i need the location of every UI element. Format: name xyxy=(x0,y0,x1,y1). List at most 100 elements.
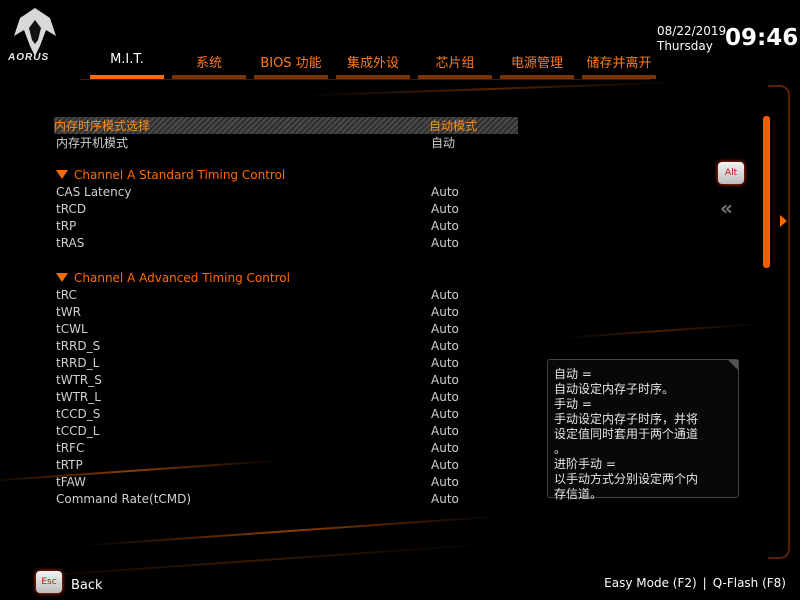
setting-label: tRRD_L xyxy=(56,356,100,370)
setting-trtp[interactable]: tRTP Auto xyxy=(56,458,516,475)
setting-value: Auto xyxy=(431,322,459,336)
setting-label: CAS Latency xyxy=(56,185,132,199)
setting-label: Command Rate(tCMD) xyxy=(56,492,192,506)
double-chevron-left-icon[interactable]: « xyxy=(720,196,733,220)
setting-tcwl[interactable]: tCWL Auto xyxy=(56,322,516,339)
triangle-down-icon xyxy=(56,170,68,179)
help-line: 。 xyxy=(554,442,567,456)
setting-label: 内存时序模式选择 xyxy=(54,119,151,133)
setting-tfaw[interactable]: tFAW Auto xyxy=(56,475,516,492)
setting-label: tCCD_L xyxy=(56,424,100,438)
scrollbar-frame xyxy=(768,85,790,559)
scroll-indicator-icon xyxy=(780,215,787,227)
setting-label: tRCD xyxy=(56,202,87,216)
time-display: 09:46 xyxy=(725,25,799,51)
tab-save-exit[interactable]: 储存并离开 xyxy=(578,47,660,79)
help-line: 以手动方式分别设定两个内 xyxy=(554,472,699,486)
setting-value: Auto xyxy=(431,339,459,353)
tab-chipset[interactable]: 芯片组 xyxy=(414,47,496,79)
footer-shortcuts: Easy Mode (F2) | Q-Flash (F8) xyxy=(604,576,786,590)
help-line: 自动 = xyxy=(554,367,592,381)
setting-value: Auto xyxy=(431,407,459,421)
setting-twtr-l[interactable]: tWTR_L Auto xyxy=(56,390,516,407)
setting-value: Auto xyxy=(431,424,459,438)
tab-label: 集成外设 xyxy=(346,56,399,71)
esc-key-button[interactable]: Esc xyxy=(36,571,62,593)
setting-value: 自动 xyxy=(431,136,456,150)
section-advanced-timing[interactable]: Channel A Advanced Timing Control xyxy=(56,271,290,285)
section-title: Channel A Standard Timing Control xyxy=(74,168,286,182)
main-tabs: M.I.T. 系统 BIOS 功能 集成外设 芯片组 电源管理 储存并离开 xyxy=(86,47,660,79)
setting-cas-latency[interactable]: CAS Latency Auto xyxy=(56,185,516,202)
setting-label: tRFC xyxy=(56,441,85,455)
setting-label: tFAW xyxy=(56,475,86,489)
setting-trrd-l[interactable]: tRRD_L Auto xyxy=(56,356,516,373)
setting-label: tCCD_S xyxy=(56,407,101,421)
setting-trrd-s[interactable]: tRRD_S Auto xyxy=(56,339,516,356)
help-text: 自动 = 自动设定内存子时序。 手动 = 手动设定内存子时序，并将 设定值同时套用于两个… xyxy=(554,367,698,502)
setting-value: Auto xyxy=(431,373,459,387)
easy-mode-button[interactable]: Easy Mode (F2) xyxy=(604,576,697,590)
help-line: 存信道。 xyxy=(554,487,603,501)
setting-trcd[interactable]: tRCD Auto xyxy=(56,202,516,219)
tab-mit[interactable]: M.I.T. xyxy=(86,47,168,79)
tab-peripherals[interactable]: 集成外设 xyxy=(332,47,414,79)
setting-trp[interactable]: tRP Auto xyxy=(56,219,516,236)
back-button[interactable]: Back xyxy=(71,578,103,593)
setting-twr[interactable]: tWR Auto xyxy=(56,305,516,322)
help-line: 手动 = xyxy=(554,397,592,411)
day-text: Thursday xyxy=(657,39,713,53)
tab-label: 电源管理 xyxy=(510,56,563,71)
setting-label: tRP xyxy=(56,219,77,233)
help-line: 设定值同时套用于两个通道 xyxy=(554,427,699,441)
help-panel: 自动 = 自动设定内存子时序。 手动 = 手动设定内存子时序，并将 设定值同时套用于两个… xyxy=(547,359,739,501)
qflash-button[interactable]: Q-Flash (F8) xyxy=(713,576,786,590)
tabs-underline xyxy=(80,79,650,80)
setting-tccd-l[interactable]: tCCD_L Auto xyxy=(56,424,516,441)
setting-value: Auto xyxy=(431,236,459,250)
setting-value: Auto xyxy=(431,492,459,506)
setting-label: tRTP xyxy=(56,458,83,472)
setting-label: 内存开机模式 xyxy=(56,136,129,150)
setting-tras[interactable]: tRAS Auto xyxy=(56,236,516,253)
tab-system[interactable]: 系统 xyxy=(168,47,250,79)
setting-label: tRAS xyxy=(56,236,85,250)
setting-tccd-s[interactable]: tCCD_S Auto xyxy=(56,407,516,424)
tab-bios-features[interactable]: BIOS 功能 xyxy=(250,47,332,79)
tab-label: M.I.T. xyxy=(110,52,144,67)
help-line: 进阶手动 = xyxy=(554,457,616,471)
setting-label: tWR xyxy=(56,305,81,319)
footer-divider: | xyxy=(702,576,707,590)
section-standard-timing[interactable]: Channel A Standard Timing Control xyxy=(56,168,285,182)
alt-key-button[interactable]: Alt xyxy=(718,162,744,184)
setting-value: Auto xyxy=(431,441,459,455)
setting-label: tCWL xyxy=(56,322,88,336)
setting-trc[interactable]: tRC Auto xyxy=(56,288,516,305)
logo-text: AORUS xyxy=(8,52,50,63)
tab-label: 系统 xyxy=(195,56,222,71)
help-line: 自动设定内存子时序。 xyxy=(554,382,675,396)
setting-value: 自动模式 xyxy=(429,119,478,133)
setting-label: tWTR_L xyxy=(56,390,101,404)
tab-label: BIOS 功能 xyxy=(260,56,322,71)
setting-value: Auto xyxy=(431,185,459,199)
setting-label: tWTR_S xyxy=(56,373,102,387)
setting-label: tRRD_S xyxy=(56,339,101,353)
setting-trfc[interactable]: tRFC Auto xyxy=(56,441,516,458)
tab-label: 芯片组 xyxy=(435,56,475,71)
setting-value: Auto xyxy=(431,288,459,302)
setting-memory-boot-mode[interactable]: 内存开机模式 自动 xyxy=(56,134,516,151)
tab-label: 储存并离开 xyxy=(586,56,652,71)
setting-value: Auto xyxy=(431,202,459,216)
setting-command-rate[interactable]: Command Rate(tCMD) Auto xyxy=(56,492,516,509)
section-title: Channel A Advanced Timing Control xyxy=(74,271,290,285)
triangle-down-icon xyxy=(56,273,68,282)
setting-memory-timing-mode[interactable]: 内存时序模式选择 自动模式 xyxy=(54,117,518,134)
setting-value: Auto xyxy=(431,305,459,319)
setting-twtr-s[interactable]: tWTR_S Auto xyxy=(56,373,516,390)
tab-power[interactable]: 电源管理 xyxy=(496,47,578,79)
setting-value: Auto xyxy=(431,475,459,489)
help-corner-decoration xyxy=(728,360,738,370)
setting-label: tRC xyxy=(56,288,77,302)
scrollbar-thumb[interactable] xyxy=(763,116,770,268)
